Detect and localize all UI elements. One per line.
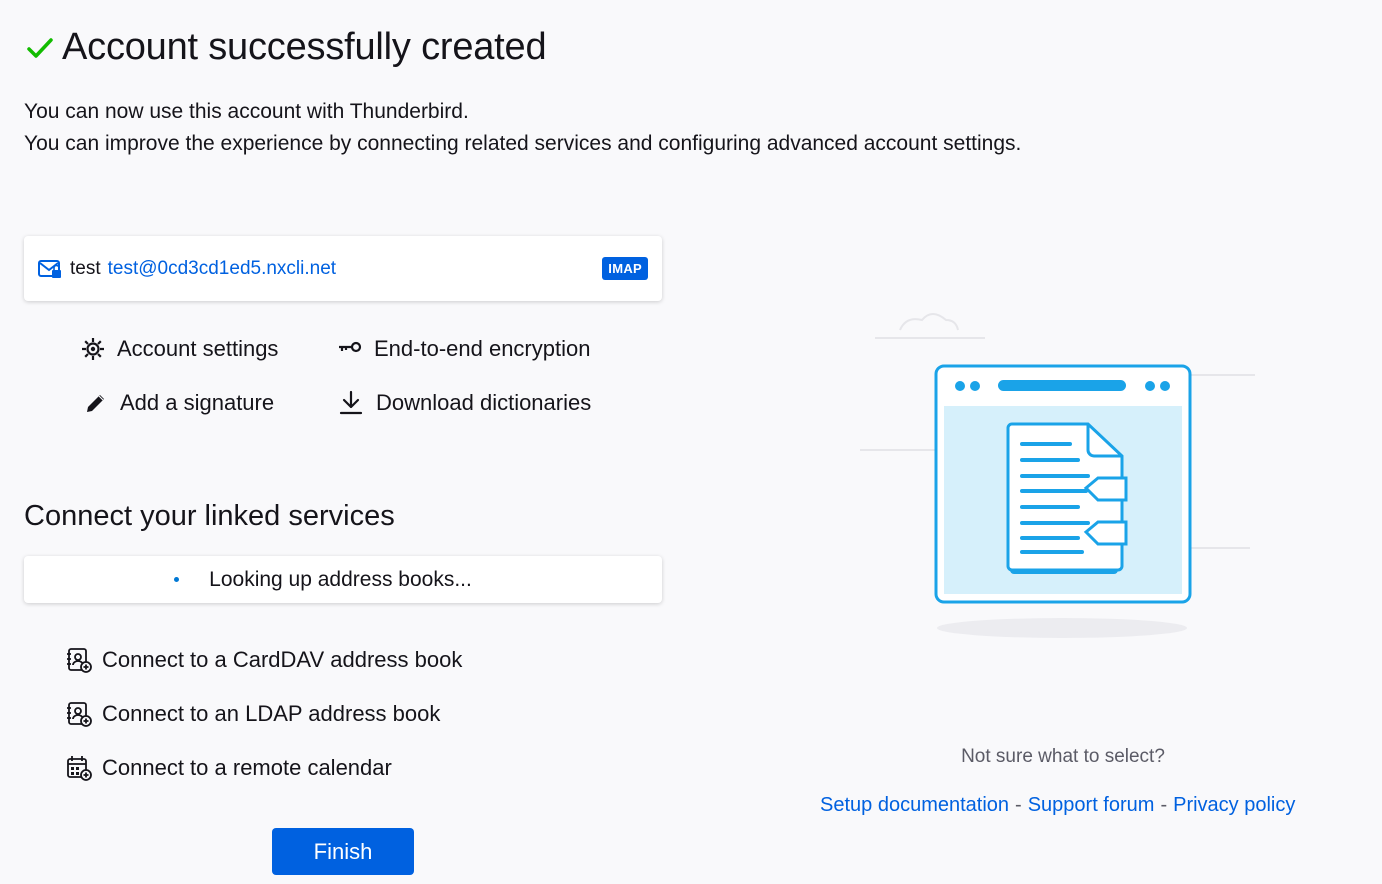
add-signature-link[interactable]: Add a signature [84,390,274,416]
download-dictionaries-link[interactable]: Download dictionaries [339,390,591,416]
account-email: test@0cd3cd1ed5.nxcli.net [107,257,337,279]
action-label: Add a signature [120,390,275,415]
help-question: Not sure what to select? [961,746,1165,767]
intro-line-1: You can now use this account with Thunde… [24,100,469,123]
action-label: End-to-end encryption [374,336,591,361]
end-to-end-encryption-link[interactable]: End-to-end encryption [337,336,590,362]
link-separator: - [1015,794,1022,816]
support-forum-link[interactable]: Support forum [1028,794,1155,816]
help-links: Setup documentation - Support forum - Privac… [820,794,1295,817]
setup-documentation-link[interactable]: Setup documentation [820,794,1009,816]
account-name: test [70,257,101,279]
protocol-badge: IMAP [602,257,648,280]
lookup-status-text: Looking up address books... [209,567,472,591]
connect-label: Connect to a remote calendar [102,755,392,780]
checkmark-icon [27,37,53,58]
address-book-add-icon [67,648,92,673]
header: Account successfully created [26,26,547,69]
lookup-status-card: Looking up address books... [24,556,662,603]
mail-lock-icon [38,259,61,278]
connect-calendar-link[interactable]: Connect to a remote calendar [66,755,392,781]
address-book-add-icon [67,702,92,727]
connect-label: Connect to a CardDAV address book [102,647,463,672]
loading-dot-icon [174,577,180,582]
linked-services-title: Connect your linked services [24,500,395,532]
connect-ldap-link[interactable]: Connect to an LDAP address book [66,701,440,727]
intro-text: You can now use this account with Thunde… [24,96,1021,160]
action-label: Account settings [117,336,279,361]
calendar-add-icon [67,756,92,781]
account-card: test test@0cd3cd1ed5.nxcli.net IMAP [24,236,662,301]
privacy-policy-link[interactable]: Privacy policy [1173,794,1295,816]
pencil-icon [87,395,104,412]
action-label: Download dictionaries [376,390,592,415]
page-title: Account successfully created [62,26,547,68]
account-settings-link[interactable]: Account settings [80,336,278,362]
link-separator: - [1160,794,1168,816]
key-icon [339,341,362,353]
connect-carddav-link[interactable]: Connect to a CardDAV address book [66,647,462,673]
document-illustration [860,313,1255,638]
gear-icon [82,338,104,360]
connect-label: Connect to an LDAP address book [102,701,441,726]
intro-line-2: You can improve the experience by connec… [24,132,1022,155]
download-icon [339,390,363,415]
finish-button[interactable]: Finish [272,828,414,875]
